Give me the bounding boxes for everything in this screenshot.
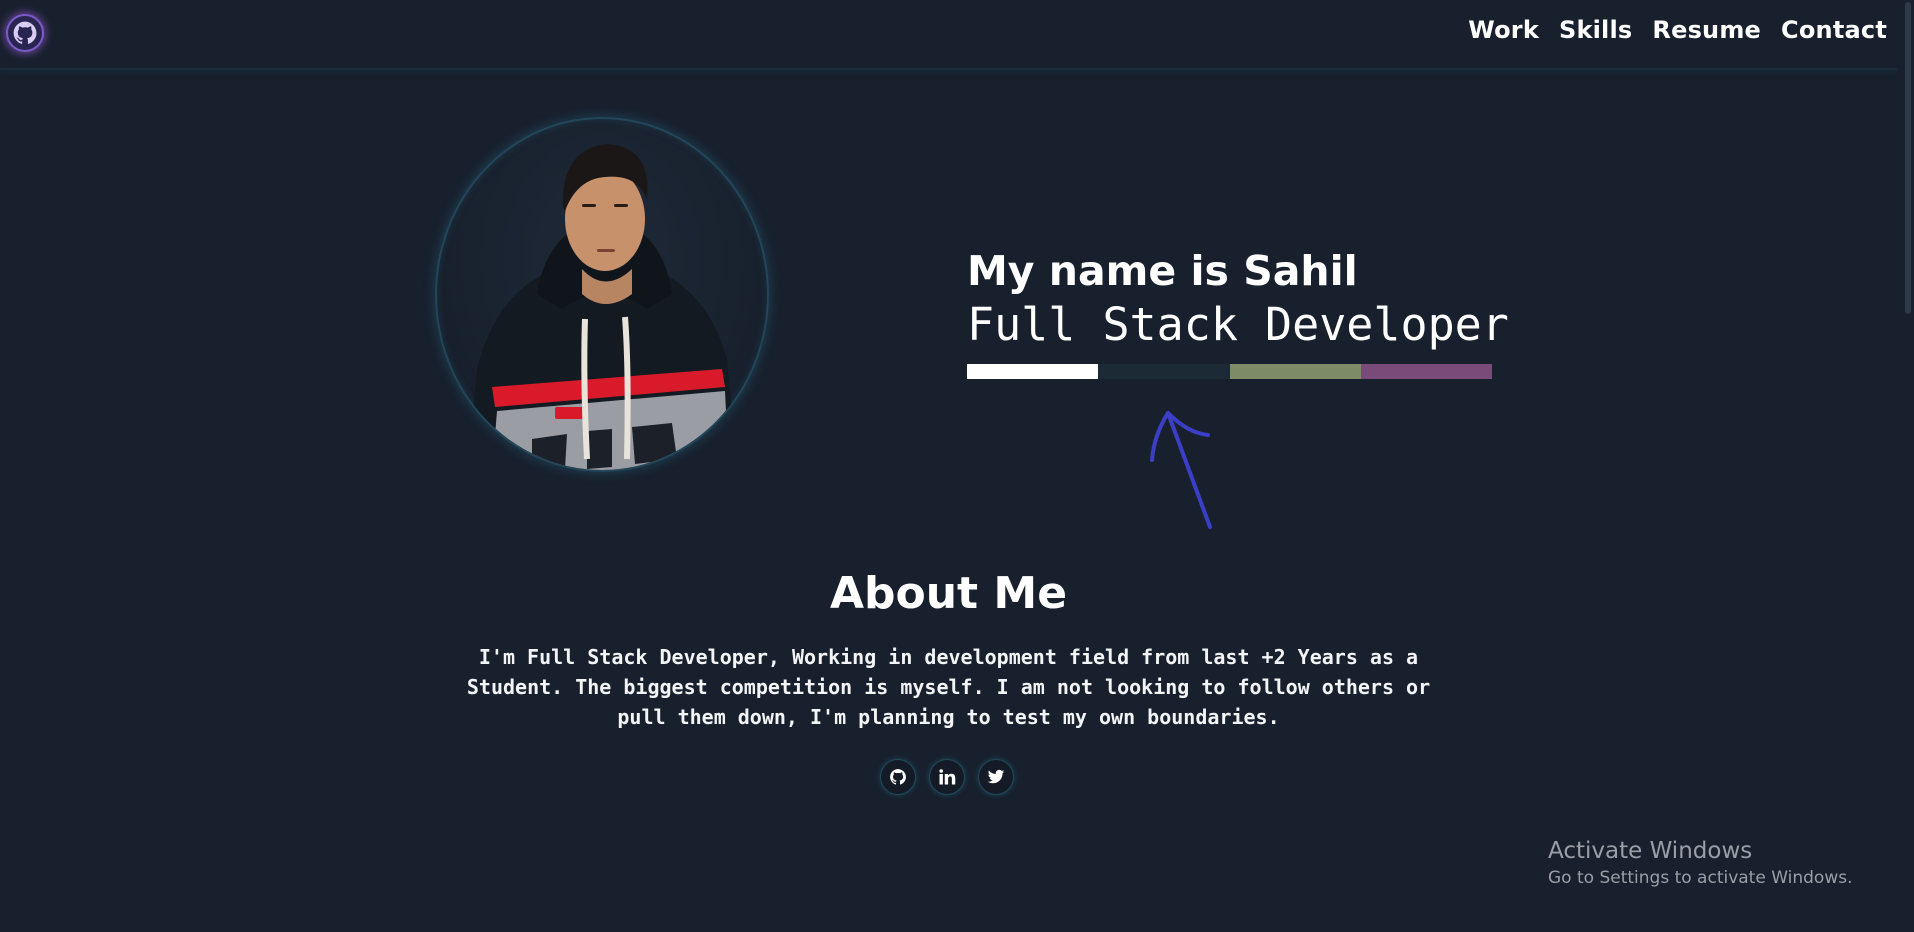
github-link-button[interactable]: [880, 759, 916, 795]
nav-links: Work Skills Resume Contact: [1468, 16, 1887, 44]
color-bar-segment-4: [1360, 364, 1492, 379]
navbar: Work Skills Resume Contact: [0, 0, 1914, 70]
linkedin-link-button[interactable]: [929, 759, 965, 795]
hero-name: My name is Sahil: [967, 247, 1358, 295]
scrollbar-thumb[interactable]: [1905, 2, 1911, 314]
social-links: [880, 759, 1014, 795]
nav-link-contact[interactable]: Contact: [1781, 16, 1887, 44]
color-bar-segment-2: [1098, 364, 1230, 379]
avatar-photo: [435, 117, 769, 472]
annotation-arrow: [1150, 411, 1212, 529]
github-icon[interactable]: [6, 14, 44, 52]
twitter-icon: [987, 769, 1005, 784]
watermark-subtitle: Go to Settings to activate Windows.: [1548, 868, 1853, 888]
color-bar: [967, 364, 1492, 379]
scrollbar[interactable]: [1897, 0, 1914, 932]
nav-link-resume[interactable]: Resume: [1652, 16, 1761, 44]
avatar: [435, 117, 769, 472]
nav-link-work[interactable]: Work: [1468, 16, 1539, 44]
twitter-link-button[interactable]: [978, 759, 1014, 795]
github-icon: [890, 769, 906, 785]
color-bar-segment-3: [1229, 364, 1361, 379]
hero-text: My name is Sahil Full Stack Developer: [967, 246, 1527, 354]
about-text: I'm Full Stack Developer, Working in dev…: [466, 645, 1431, 729]
color-bar-segment-1: [967, 364, 1099, 379]
about-title: About Me: [829, 568, 1068, 619]
nav-link-skills[interactable]: Skills: [1559, 16, 1632, 44]
watermark-title: Activate Windows: [1548, 838, 1753, 864]
windows-activation-watermark: Activate Windows Go to Settings to activ…: [1548, 836, 1853, 890]
hero-role: Full Stack Developer: [967, 298, 1509, 351]
linkedin-icon: [939, 769, 956, 785]
